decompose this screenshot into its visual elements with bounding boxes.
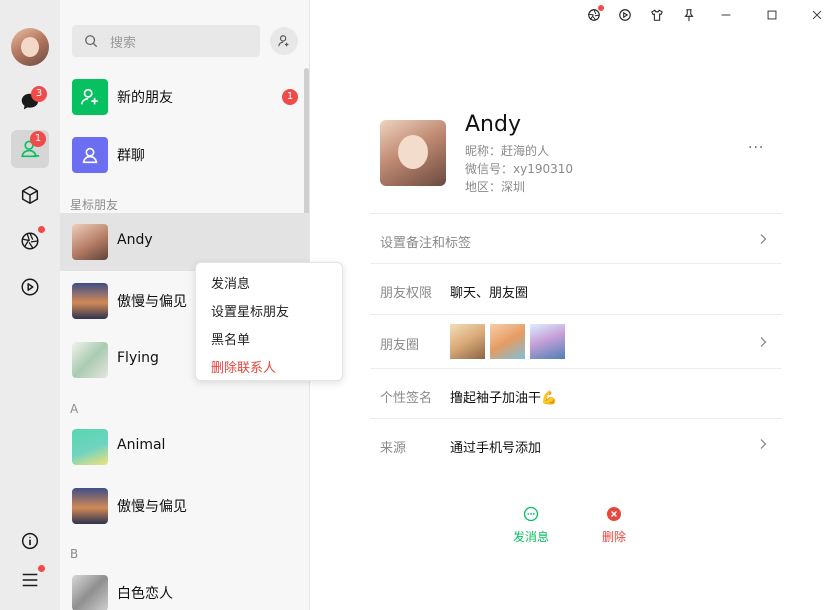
divider [370, 263, 782, 264]
source-label: 来源 [380, 441, 407, 456]
chevron-right-icon [760, 337, 767, 347]
moments-thumbnail [450, 324, 485, 359]
menu-item-send-message[interactable]: 发消息 [211, 273, 250, 292]
divider [370, 368, 782, 369]
contact-item[interactable]: 傲慢与偏见 [60, 477, 309, 535]
new-friends-icon [72, 79, 108, 115]
new-friends-item[interactable]: 新的朋友 1 [60, 68, 309, 126]
chat-unread-badge: 3 [31, 86, 47, 102]
chevron-right-icon [760, 439, 767, 449]
moments-dot [38, 226, 45, 233]
contact-item[interactable]: 白色恋人 [60, 564, 309, 610]
wechat-window: 3 1 搜索 新的朋友 1 群聊 星标朋友 Andy 傲慢与偏见 Flying … [0, 0, 840, 610]
group-chat-label: 群聊 [117, 148, 145, 164]
contact-name: 傲慢与偏见 [117, 294, 187, 310]
divider [370, 213, 782, 214]
contact-name: 傲慢与偏见 [117, 499, 187, 515]
search-input[interactable]: 搜索 [72, 25, 260, 57]
profile-name: Andy [465, 112, 521, 137]
divider [370, 314, 782, 315]
cube-icon [21, 186, 39, 204]
info-icon [21, 532, 39, 550]
menu-item-blacklist[interactable]: 黑名单 [211, 329, 250, 348]
moments-nav-button[interactable] [11, 222, 49, 260]
delete-label: 删除 [602, 530, 627, 544]
search-placeholder: 搜索 [110, 36, 137, 51]
contact-avatar [72, 429, 108, 465]
contacts-badge: 1 [30, 131, 46, 147]
new-friends-label: 新的朋友 [117, 90, 173, 106]
aperture-icon [21, 232, 39, 250]
divider [370, 418, 782, 419]
permission-value: 聊天、朋友圈 [450, 286, 529, 301]
send-message-label: 发消息 [513, 530, 550, 544]
menu-item-delete-contact[interactable]: 删除联系人 [211, 357, 276, 376]
add-user-icon [278, 35, 289, 47]
search-icon [85, 35, 98, 48]
contact-name: Andy [117, 232, 153, 248]
moments-thumbnail [530, 324, 565, 359]
contacts-nav-button[interactable]: 1 [11, 130, 49, 168]
signature-value: 撸起袖子加油干💪 [450, 391, 558, 406]
chat-nav-button[interactable]: 3 [11, 83, 49, 121]
moments-label: 朋友圈 [380, 338, 420, 353]
add-friend-button[interactable] [270, 27, 298, 55]
menu-nav-button[interactable] [11, 561, 49, 599]
profile-avatar[interactable] [380, 120, 446, 186]
contact-avatar [72, 342, 108, 378]
chat-bubble-icon [523, 506, 539, 522]
profile-nickname: 昵称：赶海的人 [465, 144, 550, 158]
delete-x-icon [607, 507, 621, 521]
delete-contact-button[interactable]: 删除 [602, 506, 626, 545]
new-friends-badge: 1 [282, 89, 298, 105]
contact-name: Animal [117, 437, 166, 453]
contact-context-menu: 发消息 设置星标朋友 黑名单 删除联系人 [195, 262, 343, 381]
contact-detail-panel: Andy 昵称：赶海的人 微信号：xy190310 地区：深圳 ··· 设置备注… [310, 0, 840, 610]
group-chat-item[interactable]: 群聊 [60, 126, 309, 184]
remark-tags-label: 设置备注和标签 [380, 236, 472, 251]
play-circle-icon [21, 278, 39, 296]
section-header-a: A [70, 402, 79, 416]
contact-name: 白色恋人 [117, 586, 173, 602]
signature-label: 个性签名 [380, 391, 433, 406]
contact-avatar [72, 224, 108, 260]
info-nav-button[interactable] [11, 522, 49, 560]
section-header-starred: 星标朋友 [70, 198, 119, 212]
profile-region: 地区：深圳 [465, 180, 526, 194]
contact-avatar [72, 488, 108, 524]
source-value: 通过手机号添加 [450, 441, 542, 456]
section-header-b: B [70, 547, 79, 561]
send-message-button[interactable]: 发消息 [513, 506, 549, 545]
contact-avatar [72, 575, 108, 610]
menu-dot [38, 565, 45, 572]
nav-rail: 3 1 [0, 0, 60, 610]
permission-label: 朋友权限 [380, 286, 433, 301]
contact-avatar [72, 283, 108, 319]
channels-nav-button[interactable] [11, 268, 49, 306]
contact-item[interactable]: Animal [60, 418, 309, 476]
more-options-button[interactable]: ··· [748, 140, 764, 156]
favorites-nav-button[interactable] [11, 176, 49, 214]
user-avatar[interactable] [11, 28, 49, 66]
menu-item-star-friend[interactable]: 设置星标朋友 [211, 301, 289, 320]
hamburger-icon [22, 573, 38, 587]
moments-thumbnail [490, 324, 525, 359]
group-chat-icon [72, 137, 108, 173]
chevron-right-icon [760, 234, 767, 244]
profile-wechat-id: 微信号：xy190310 [465, 162, 574, 176]
contact-name: Flying [117, 350, 159, 366]
